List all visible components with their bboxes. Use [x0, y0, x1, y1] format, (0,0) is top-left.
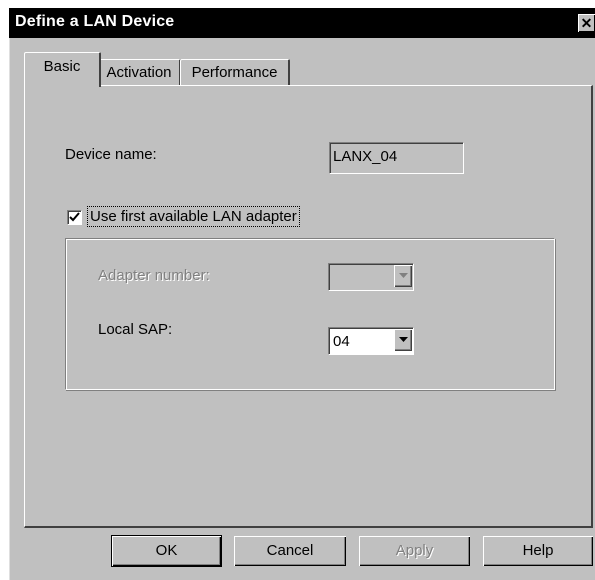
tab-basic[interactable]: Basic: [24, 52, 101, 87]
window-title: Define a LAN Device: [15, 13, 175, 30]
local-sap-label: Local SAP:: [98, 321, 173, 338]
title-bar[interactable]: Define a LAN Device ✕: [9, 8, 595, 38]
use-first-adapter-label[interactable]: Use first available LAN adapter: [87, 206, 300, 227]
adapter-group-box: Adapter number: Local SAP: 04: [65, 238, 555, 390]
tab-basic-label: Basic: [43, 58, 81, 75]
local-sap-select[interactable]: 04: [328, 327, 414, 355]
ok-button[interactable]: OK: [111, 535, 222, 567]
tab-performance-label: Performance: [191, 64, 278, 81]
tab-activation-label: Activation: [106, 64, 172, 81]
chevron-down-icon: [394, 265, 412, 287]
local-sap-value: 04: [333, 333, 350, 350]
cancel-button[interactable]: Cancel: [234, 536, 346, 566]
dialog-window: Define a LAN Device ✕ Basic Activation P…: [9, 8, 595, 580]
adapter-number-select: [328, 263, 414, 291]
adapter-number-label: Adapter number:: [98, 267, 210, 284]
tab-performance[interactable]: Performance: [180, 59, 290, 86]
chevron-down-icon[interactable]: [394, 329, 412, 351]
apply-button[interactable]: Apply: [359, 536, 470, 566]
tab-panel-basic: Device name: LANX_04 Use first available…: [24, 85, 593, 528]
help-button[interactable]: Help: [483, 536, 593, 566]
device-name-field[interactable]: LANX_04: [329, 142, 464, 174]
device-name-label: Device name:: [65, 146, 157, 163]
use-first-adapter-checkbox[interactable]: [67, 210, 82, 225]
tab-activation[interactable]: Activation: [98, 59, 181, 86]
close-icon[interactable]: ✕: [578, 14, 595, 32]
checkmark-icon: [69, 212, 80, 222]
